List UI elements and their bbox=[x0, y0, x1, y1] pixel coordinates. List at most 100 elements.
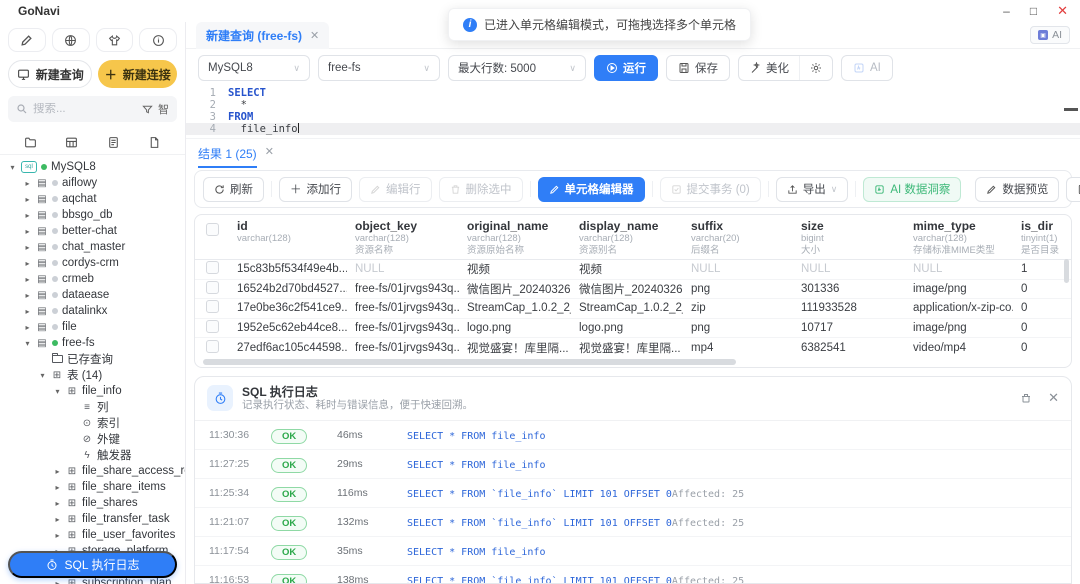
cell[interactable]: 10717 bbox=[793, 322, 905, 334]
row-checkbox[interactable] bbox=[195, 300, 229, 316]
table-row[interactable]: 17e0be36c2f541ce9... free-fs/01jrvgs943q.… bbox=[195, 299, 1071, 319]
field-info-button[interactable]: 字段信息 bbox=[1066, 176, 1080, 202]
chevron-right-icon[interactable]: ▸ bbox=[23, 227, 32, 236]
close-button[interactable]: ✕ bbox=[1057, 0, 1068, 22]
sql-editor[interactable]: 1 SELECT 2 * 3 FROM 4 file_info bbox=[186, 86, 1080, 138]
tree-item-cordys-crm[interactable]: ▸ ▤ cordys-crm bbox=[0, 255, 185, 271]
tree-item-dataease[interactable]: ▸ ▤ dataease bbox=[0, 287, 185, 303]
chevron-down-icon[interactable]: ▾ bbox=[23, 339, 32, 348]
editor-line[interactable]: 1 SELECT bbox=[186, 87, 1080, 99]
cell[interactable]: application/x-zip-co... bbox=[905, 302, 1013, 314]
table-row[interactable]: 16524b2d70bd4527... free-fs/01jrvgs943q..… bbox=[195, 280, 1071, 299]
database-select[interactable]: free-fs ∨ bbox=[318, 55, 440, 81]
cell[interactable]: image/png bbox=[905, 283, 1013, 295]
tree-item-file_share_items[interactable]: ▸ ⊞ file_share_items bbox=[0, 479, 185, 495]
log-entry[interactable]: 11:30:36 OK 46ms SELECT * FROM file_info bbox=[195, 421, 1071, 450]
table-view-icon[interactable] bbox=[65, 136, 78, 149]
tree-item-free-fs[interactable]: ▾ ▤ free-fs bbox=[0, 335, 185, 351]
column-header-mime_type[interactable]: mime_type varchar(128) 存储标准MIME类型 bbox=[905, 215, 1013, 259]
folder-view-icon[interactable] bbox=[24, 136, 37, 149]
cell[interactable]: png bbox=[683, 322, 793, 334]
cell[interactable]: free-fs/01jrvgs943q... bbox=[347, 283, 459, 295]
connection-select[interactable]: MySQL8 ∨ bbox=[198, 55, 310, 81]
cell[interactable]: 27edf6ac105c44598... bbox=[229, 342, 347, 354]
column-header-display_name[interactable]: display_name varchar(128) 资源别名 bbox=[571, 215, 683, 259]
row-checkbox[interactable] bbox=[195, 261, 229, 277]
checkbox-icon[interactable] bbox=[205, 339, 219, 353]
chevron-right-icon[interactable]: ▸ bbox=[23, 323, 32, 332]
chevron-down-icon[interactable]: ▾ bbox=[38, 371, 47, 380]
checkbox-icon[interactable] bbox=[205, 319, 219, 333]
tree-item-better-chat[interactable]: ▸ ▤ better-chat bbox=[0, 223, 185, 239]
new-connection-button[interactable]: ＋ 新建连接 bbox=[98, 60, 177, 88]
cell[interactable]: 0 bbox=[1013, 302, 1071, 314]
results-tab[interactable]: 结果 1 (25) bbox=[198, 145, 257, 168]
tree-item-列[interactable]: ≡ 列 bbox=[0, 399, 185, 415]
search-input[interactable] bbox=[33, 103, 137, 115]
chevron-right-icon[interactable]: ▸ bbox=[23, 211, 32, 220]
cell[interactable]: mp4 bbox=[683, 342, 793, 354]
cell[interactable]: 15c83b5f534f49e4b... bbox=[229, 263, 347, 275]
export-button[interactable]: 导出 ∨ bbox=[775, 176, 849, 202]
cell[interactable]: 16524b2d70bd4527... bbox=[229, 283, 347, 295]
column-header-suffix[interactable]: suffix varchar(20) 后缀名 bbox=[683, 215, 793, 259]
list-view-icon[interactable] bbox=[107, 136, 120, 149]
horizontal-scrollbar[interactable] bbox=[195, 358, 1071, 367]
filter-icon[interactable] bbox=[142, 104, 153, 115]
ai-insight-button[interactable]: AI 数据洞察 bbox=[863, 176, 962, 202]
chevron-right-icon[interactable]: ▸ bbox=[23, 195, 32, 204]
cell[interactable]: image/png bbox=[905, 322, 1013, 334]
sql-log-button[interactable]: SQL 执行日志 bbox=[8, 551, 177, 578]
cell[interactable]: 0 bbox=[1013, 283, 1071, 295]
refresh-button[interactable]: 刷新 bbox=[203, 176, 264, 202]
checkbox-icon[interactable] bbox=[205, 261, 219, 275]
about-button[interactable] bbox=[139, 28, 177, 52]
checkbox-icon[interactable] bbox=[205, 300, 219, 314]
log-entry[interactable]: 11:17:54 OK 35ms SELECT * FROM file_info bbox=[195, 537, 1071, 566]
tree-item-chat_master[interactable]: ▸ ▤ chat_master bbox=[0, 239, 185, 255]
chevron-right-icon[interactable]: ▸ bbox=[23, 243, 32, 252]
cell[interactable]: StreamCap_1.0.2_2_... bbox=[571, 302, 683, 314]
log-entry[interactable]: 11:25:34 OK 116ms SELECT * FROM `file_info`… bbox=[195, 479, 1071, 508]
table-row[interactable]: 27edf6ac105c44598... free-fs/01jrvgs943q.… bbox=[195, 338, 1071, 358]
editor-line[interactable]: 4 file_info bbox=[186, 123, 1080, 135]
column-header-object_key[interactable]: object_key varchar(128) 资源名称 bbox=[347, 215, 459, 259]
add-row-button[interactable]: ＋ 添加行 bbox=[279, 176, 352, 202]
tab-close-icon[interactable]: ✕ bbox=[310, 29, 319, 42]
cell[interactable]: png bbox=[683, 283, 793, 295]
editor-line[interactable]: 2 * bbox=[186, 99, 1080, 111]
cell[interactable]: logo.png bbox=[459, 322, 571, 334]
cell[interactable]: 6382541 bbox=[793, 342, 905, 354]
row-checkbox[interactable] bbox=[195, 319, 229, 336]
cell[interactable]: NULL bbox=[683, 263, 793, 275]
editor-line[interactable]: 3 FROM bbox=[186, 111, 1080, 123]
chevron-right-icon[interactable]: ▸ bbox=[23, 275, 32, 284]
log-entry[interactable]: 11:21:07 OK 132ms SELECT * FROM `file_info`… bbox=[195, 508, 1071, 537]
tree-item-触发器[interactable]: ϟ 触发器 bbox=[0, 447, 185, 463]
tree-item-bbsgo_db[interactable]: ▸ ▤ bbsgo_db bbox=[0, 207, 185, 223]
cell[interactable]: 视频 bbox=[459, 261, 571, 277]
cell[interactable]: video/mp4 bbox=[905, 342, 1013, 354]
column-header-size[interactable]: size bigint 大小 bbox=[793, 215, 905, 259]
delete-selected-button[interactable]: 删除选中 bbox=[438, 176, 523, 202]
cell[interactable]: zip bbox=[683, 302, 793, 314]
row-checkbox[interactable] bbox=[195, 339, 229, 356]
chevron-right-icon[interactable]: ▸ bbox=[53, 531, 62, 540]
tree-item-file_user_favorites[interactable]: ▸ ⊞ file_user_favorites bbox=[0, 527, 185, 543]
checkbox-icon[interactable] bbox=[205, 280, 219, 294]
cell[interactable]: 视频 bbox=[571, 261, 683, 277]
vertical-scrollbar[interactable] bbox=[1064, 259, 1069, 283]
tree-item-索引[interactable]: ⊙ 索引 bbox=[0, 415, 185, 431]
chevron-right-icon[interactable]: ▸ bbox=[23, 307, 32, 316]
cell-editor-button[interactable]: 单元格编辑器 bbox=[537, 176, 645, 202]
cell[interactable]: NULL bbox=[905, 263, 1013, 275]
clear-log-icon[interactable] bbox=[1020, 392, 1032, 404]
cell[interactable]: 17e0be36c2f541ce9... bbox=[229, 302, 347, 314]
chevron-right-icon[interactable]: ▸ bbox=[53, 579, 62, 584]
run-button[interactable]: 运行 bbox=[594, 55, 658, 81]
cell[interactable]: 微信图片_20240326... bbox=[459, 281, 571, 297]
log-entry[interactable]: 11:16:53 OK 138ms SELECT * FROM `file_info`… bbox=[195, 566, 1071, 583]
tree-item-file_share_access_record[interactable]: ▸ ⊞ file_share_access_record bbox=[0, 463, 185, 479]
editor-scroll-mark[interactable] bbox=[1064, 108, 1078, 111]
tree-item-crmeb[interactable]: ▸ ▤ crmeb bbox=[0, 271, 185, 287]
